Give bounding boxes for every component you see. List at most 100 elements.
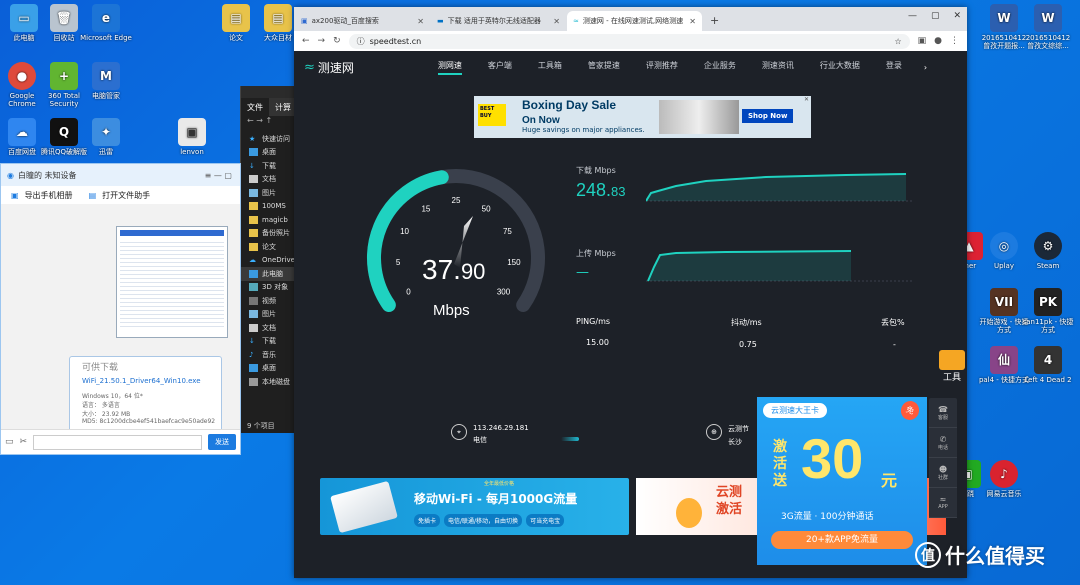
desktop-icon-l4d2[interactable]: 4 Left 4 Dead 2 bbox=[1022, 346, 1074, 384]
site-nav: ≈ 测速网 测网速 客户端 工具箱 管家提速 评测推荐 企业服务 测速资讯 行业大… bbox=[294, 51, 967, 83]
nav-toolbox[interactable]: 工具箱 bbox=[538, 60, 562, 75]
tree-item[interactable]: 本地磁盘 bbox=[241, 375, 298, 389]
tab-baidu[interactable]: ▣ ax200驱动_百度搜索 ✕ bbox=[295, 11, 430, 31]
desktop-icon-pc-manager[interactable]: M 电脑管家 bbox=[80, 62, 132, 100]
nav-reviews[interactable]: 评测推荐 bbox=[646, 60, 678, 75]
explorer-nav-arrows[interactable]: ← → ↑ bbox=[241, 116, 298, 132]
desktop-icon-lenvon[interactable]: ▣ lenvon bbox=[166, 118, 218, 156]
send-button[interactable]: 发送 bbox=[208, 434, 236, 450]
export-album-icon: ▣ bbox=[11, 190, 19, 200]
file-assistant-button[interactable]: 打开文件助手 bbox=[102, 190, 150, 201]
qq-message-area: 可供下载 WiFi_21.50.1_Driver64_Win10.exe Win… bbox=[1, 204, 240, 454]
promo-big-number: 30 bbox=[801, 427, 864, 490]
side-service[interactable]: ☎ 客服 bbox=[929, 398, 957, 428]
screenshot-thumbnail[interactable] bbox=[116, 226, 228, 338]
tree-item[interactable]: 图片 bbox=[241, 186, 298, 200]
promo-cta[interactable]: 20+款APP免流量 bbox=[771, 531, 913, 549]
profile-icon[interactable]: ● bbox=[934, 36, 942, 46]
tree-item[interactable]: 视频 bbox=[241, 294, 298, 308]
close-icon[interactable]: ✕ bbox=[953, 11, 961, 21]
tree-item[interactable]: 文档 bbox=[241, 173, 298, 187]
close-tab-icon[interactable]: ✕ bbox=[417, 17, 424, 26]
gauge-tick-label: 5 bbox=[396, 258, 401, 267]
desktop-icon-steam[interactable]: ⚙ Steam bbox=[1022, 232, 1074, 270]
star-icon[interactable]: ☆ bbox=[894, 37, 901, 46]
banner2-text: 云测 激活 bbox=[716, 485, 743, 517]
menu-computer[interactable]: 计算 bbox=[269, 98, 297, 116]
desktop-icon-san11pk[interactable]: PK san11pk - 快捷方式 bbox=[1022, 288, 1074, 334]
pc-manager-icon: M bbox=[92, 62, 120, 90]
tree-item[interactable]: 桌面 bbox=[241, 146, 298, 160]
qq-menu-icon[interactable]: ≡ — ▢ bbox=[205, 171, 232, 180]
tree-item[interactable]: 100MS bbox=[241, 200, 298, 214]
tree-item[interactable]: 论文 bbox=[241, 240, 298, 254]
forward-icon[interactable]: → bbox=[318, 36, 326, 46]
side-community[interactable]: ☻ 社群 bbox=[929, 458, 957, 488]
nav-next-icon[interactable]: › bbox=[924, 63, 927, 72]
mobile-wifi-banner[interactable]: 全年最低价格 移动Wi-Fi - 每月1000G流量 免插卡 电信/联通/移动，… bbox=[320, 478, 629, 535]
maximize-icon[interactable]: ▢ bbox=[931, 11, 940, 21]
message-input[interactable] bbox=[33, 434, 202, 450]
desktop-icon-netease-music[interactable]: ♪ 网易云音乐 bbox=[978, 460, 1030, 498]
tree-item[interactable]: 文档 bbox=[241, 321, 298, 335]
ad-close-icon[interactable]: ✕ bbox=[804, 96, 809, 103]
back-icon[interactable]: ← bbox=[302, 36, 310, 46]
site-logo[interactable]: ≈ 测速网 bbox=[304, 59, 354, 76]
gauge-tick-label: 150 bbox=[507, 258, 521, 267]
xunlei-icon: ✦ bbox=[92, 118, 120, 146]
nav-bigdata[interactable]: 行业大数据 bbox=[820, 60, 860, 75]
game-icon: 4 bbox=[1034, 346, 1062, 374]
scissors-icon[interactable]: ✂ bbox=[20, 437, 28, 447]
server-info[interactable]: ⊕ 云测节 长沙 bbox=[706, 424, 749, 447]
tree-item[interactable]: 3D 对象 bbox=[241, 281, 298, 295]
promo-popup[interactable]: 云测速大王卡 免 激活送 30 元 3G流量 · 100分钟通话 20+款APP… bbox=[757, 397, 927, 565]
tree-item[interactable]: ↓ 下载 bbox=[241, 159, 298, 173]
nav-items: 测网速 客户端 工具箱 管家提速 评测推荐 企业服务 测速资讯 行业大数据 登录 bbox=[437, 60, 902, 75]
folder-icon[interactable]: ▭ bbox=[5, 437, 14, 447]
phone-icon: ✆ bbox=[939, 434, 947, 444]
tree-item[interactable]: ★ 快速访问 bbox=[241, 132, 298, 146]
globe-icon: ⊕ bbox=[706, 424, 722, 440]
extension-icon[interactable]: ▣ bbox=[918, 36, 927, 46]
nav-news[interactable]: 测速资讯 bbox=[762, 60, 794, 75]
nav-speedtest[interactable]: 测网速 bbox=[437, 60, 462, 75]
close-tab-icon[interactable]: ✕ bbox=[553, 17, 560, 26]
tree-item[interactable]: magicb bbox=[241, 213, 298, 227]
side-app[interactable]: ≈ APP bbox=[929, 488, 957, 518]
minimize-icon[interactable]: — bbox=[908, 11, 917, 21]
nav-enterprise[interactable]: 企业服务 bbox=[704, 60, 736, 75]
tree-item[interactable]: ↓ 下载 bbox=[241, 335, 298, 349]
tree-item[interactable]: ♪ 音乐 bbox=[241, 348, 298, 362]
baidu-pan-icon: ☁ bbox=[8, 118, 36, 146]
toolbox-float[interactable]: 工具 bbox=[936, 350, 968, 386]
side-phone[interactable]: ✆ 电话 bbox=[929, 428, 957, 458]
file-md5: MD5: 8c1200dcbe4ef541baefcac9e50ade92 bbox=[82, 418, 216, 425]
more-menu-icon[interactable]: ⋮ bbox=[950, 36, 959, 46]
tab-speedtest[interactable]: ≈ 测速网 - 在线网速测试,网络测速 ✕ bbox=[567, 11, 702, 31]
tab-intel[interactable]: ▬ 下载 适用于英特尔无线适配器 ✕ bbox=[431, 11, 566, 31]
menu-file[interactable]: 文件 bbox=[241, 98, 269, 116]
desktop-icon-edge[interactable]: e Microsoft Edge bbox=[80, 4, 132, 42]
banner1-chips: 免插卡 电信/联通/移动，自由切换 可当充电宝 bbox=[414, 514, 565, 527]
tree-item[interactable]: 图片 bbox=[241, 308, 298, 322]
new-tab-button[interactable]: + bbox=[710, 14, 719, 27]
export-album-button[interactable]: 导出手机相册 bbox=[25, 190, 73, 201]
bestbuy-ad[interactable]: BEST BUY Boxing Day Sale On Now Huge savi… bbox=[474, 96, 811, 138]
video-icon bbox=[249, 296, 258, 305]
loss-value: - bbox=[893, 340, 896, 349]
close-tab-icon[interactable]: ✕ bbox=[689, 17, 696, 26]
desktop-icon-xunlei[interactable]: ✦ 迅雷 bbox=[80, 118, 132, 156]
tree-item[interactable]: 备份照片 bbox=[241, 227, 298, 241]
tree-item[interactable]: ☁ OneDrive bbox=[241, 254, 298, 268]
nav-login[interactable]: 登录 bbox=[886, 60, 902, 75]
tree-item[interactable]: 桌面 bbox=[241, 362, 298, 376]
file-name-link[interactable]: WiFi_21.50.1_Driver64_Win10.exe bbox=[82, 377, 209, 385]
tree-item[interactable]: 此电脑 bbox=[241, 267, 298, 281]
nav-boost[interactable]: 管家提速 bbox=[588, 60, 620, 75]
reload-icon[interactable]: ↻ bbox=[333, 36, 341, 46]
nav-client[interactable]: 客户端 bbox=[488, 60, 512, 75]
url-field[interactable]: ⓘ speedtest.cn ☆ bbox=[348, 33, 910, 49]
desktop-icon-word-2[interactable]: W 2016510412 曾孜文综综... bbox=[1022, 4, 1074, 50]
drive-icon bbox=[249, 377, 258, 386]
shop-now-button[interactable]: Shop Now bbox=[742, 109, 794, 123]
